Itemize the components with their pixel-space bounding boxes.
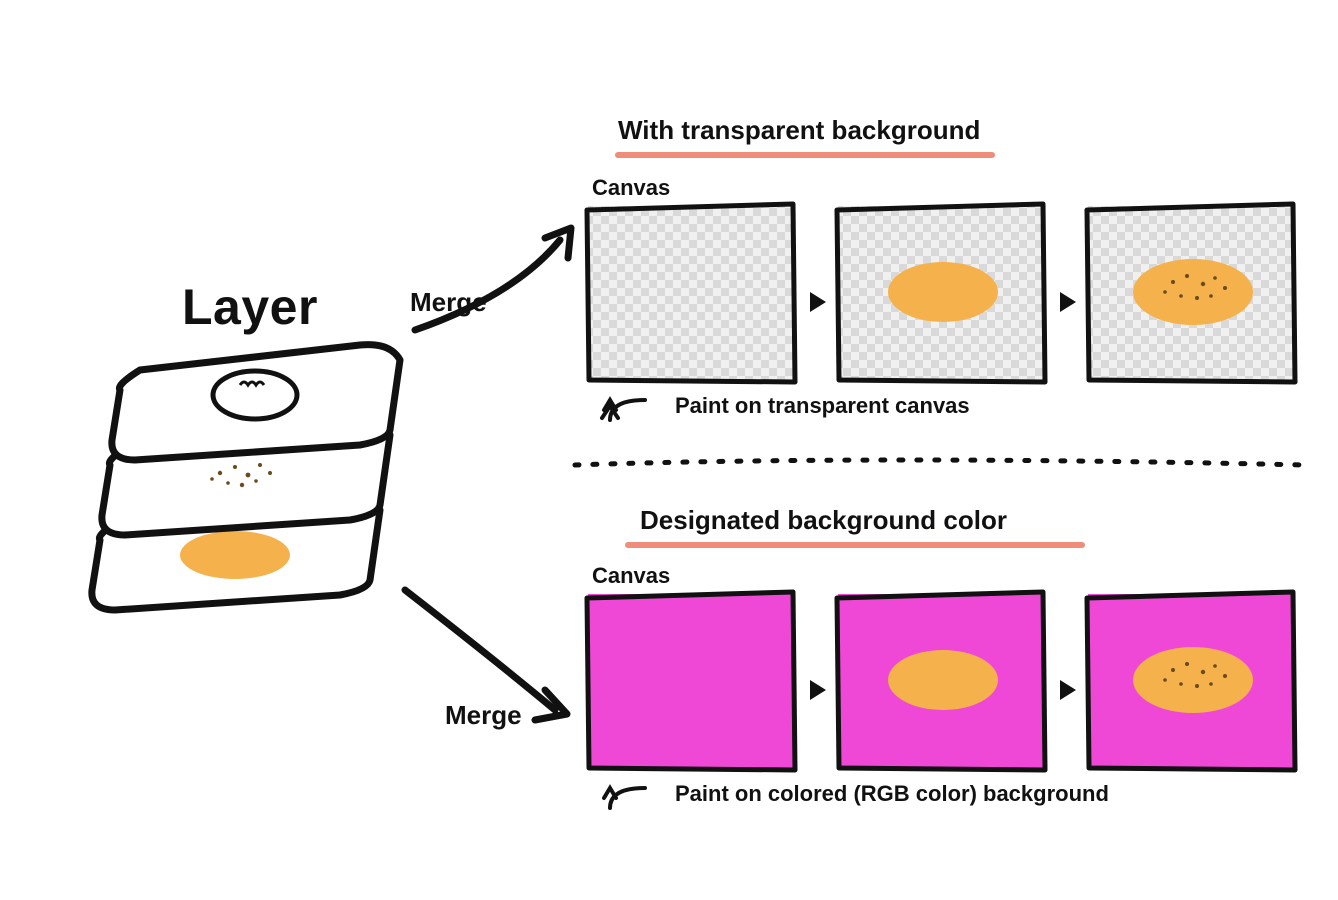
layer-title: Layer [182,278,318,336]
bottom-canvas-row [585,588,1305,798]
bottom-heading: Designated background color [640,505,1007,536]
top-underline [615,152,995,158]
arrow-to-top [395,220,595,350]
bottom-canvas-label: Canvas [592,563,670,589]
top-heading: With transparent background [618,115,980,146]
top-canvas-row [585,200,1305,410]
bottom-note-arrow [590,778,670,818]
layer-stack [60,330,420,640]
bottom-underline [625,542,1085,548]
top-note-arrow [590,390,670,430]
top-canvas-label: Canvas [592,175,670,201]
divider [575,455,1305,475]
bottom-note: Paint on colored (RGB color) background [675,781,1109,807]
arrow-to-bottom [395,580,595,750]
top-note: Paint on transparent canvas [675,393,970,419]
